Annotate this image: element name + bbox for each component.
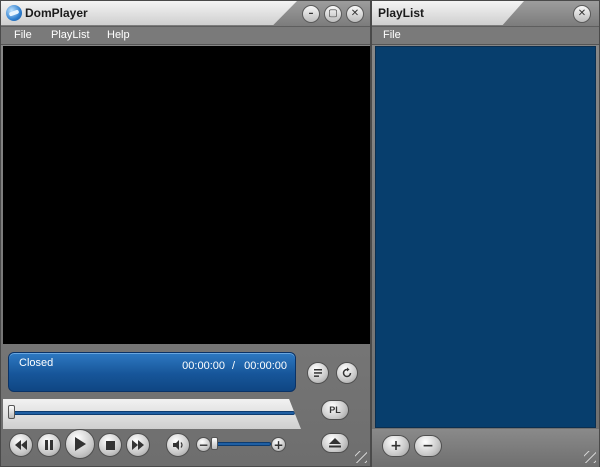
close-icon: ✕ — [350, 8, 360, 19]
menu-help[interactable]: Help — [107, 29, 130, 41]
list-icon — [314, 369, 322, 377]
seek-area — [3, 399, 301, 429]
repeat-icon — [342, 367, 352, 378]
minimize-icon: – — [308, 8, 314, 19]
stop-icon — [105, 440, 115, 450]
player-title-bar[interactable]: DomPlayer – ▢ ✕ — [1, 1, 370, 27]
status-display: Closed 00:00:00 / 00:00:00 — [8, 352, 296, 392]
mute-button[interactable] — [166, 433, 190, 457]
fast-forward-icon — [132, 440, 144, 450]
stop-button[interactable] — [98, 433, 122, 457]
playlist-menu-file[interactable]: File — [383, 29, 401, 41]
playlist-toggle-label: PL — [329, 405, 341, 415]
playlist-close-button[interactable]: ✕ — [573, 5, 591, 23]
subtitle-button[interactable] — [307, 362, 329, 384]
pause-icon — [45, 440, 53, 450]
minus-icon: − — [422, 438, 434, 454]
volume-down-button[interactable]: − — [196, 437, 211, 452]
restore-icon: ▢ — [328, 8, 338, 19]
resize-grip[interactable] — [355, 451, 367, 463]
domplayer-logo-icon — [6, 5, 22, 21]
playlist-title-bar[interactable]: PlayList ✕ — [372, 1, 599, 27]
play-button[interactable] — [65, 429, 95, 459]
rewind-icon — [15, 440, 27, 450]
playlist-toggle-button[interactable]: PL — [321, 400, 349, 420]
playlist-items-list[interactable] — [375, 46, 596, 428]
restore-button[interactable]: ▢ — [324, 5, 342, 23]
video-display[interactable] — [3, 46, 370, 344]
seek-slider[interactable] — [11, 411, 295, 415]
volume-handle[interactable] — [211, 437, 218, 450]
seek-handle[interactable] — [8, 405, 15, 419]
playlist-title: PlayList — [378, 6, 425, 20]
pause-button[interactable] — [37, 433, 61, 457]
menu-file[interactable]: File — [14, 29, 32, 41]
fast-forward-button[interactable] — [126, 433, 150, 457]
playlist-bottom-bar: + − — [372, 429, 599, 467]
add-item-button[interactable]: + — [382, 435, 410, 457]
plus-icon: + — [273, 437, 284, 452]
eject-button[interactable] — [321, 433, 349, 453]
player-window: DomPlayer – ▢ ✕ File PlayList Help Close… — [0, 0, 371, 467]
time-total: 00:00:00 — [244, 360, 287, 372]
minimize-button[interactable]: – — [302, 5, 320, 23]
repeat-button[interactable] — [336, 362, 358, 384]
speaker-icon — [173, 440, 183, 450]
remove-item-button[interactable]: − — [414, 435, 442, 457]
play-icon — [75, 437, 86, 451]
minus-icon: − — [198, 437, 209, 452]
playlist-window: PlayList ✕ File + − — [371, 0, 600, 467]
volume-up-button[interactable]: + — [271, 437, 286, 452]
close-button[interactable]: ✕ — [346, 5, 364, 23]
time-separator: / — [231, 360, 235, 372]
eject-icon — [329, 438, 341, 448]
plus-icon: + — [390, 438, 402, 454]
playlist-resize-grip[interactable] — [584, 451, 596, 463]
player-menu-bar: File PlayList Help — [1, 27, 370, 45]
status-text: Closed — [19, 357, 54, 369]
player-title: DomPlayer — [25, 6, 88, 20]
close-icon: ✕ — [577, 8, 587, 19]
playlist-menu-bar: File — [372, 27, 599, 45]
volume-slider[interactable] — [213, 442, 271, 446]
menu-playlist[interactable]: PlayList — [51, 29, 90, 41]
rewind-button[interactable] — [9, 433, 33, 457]
time-current: 00:00:00 — [182, 360, 225, 372]
